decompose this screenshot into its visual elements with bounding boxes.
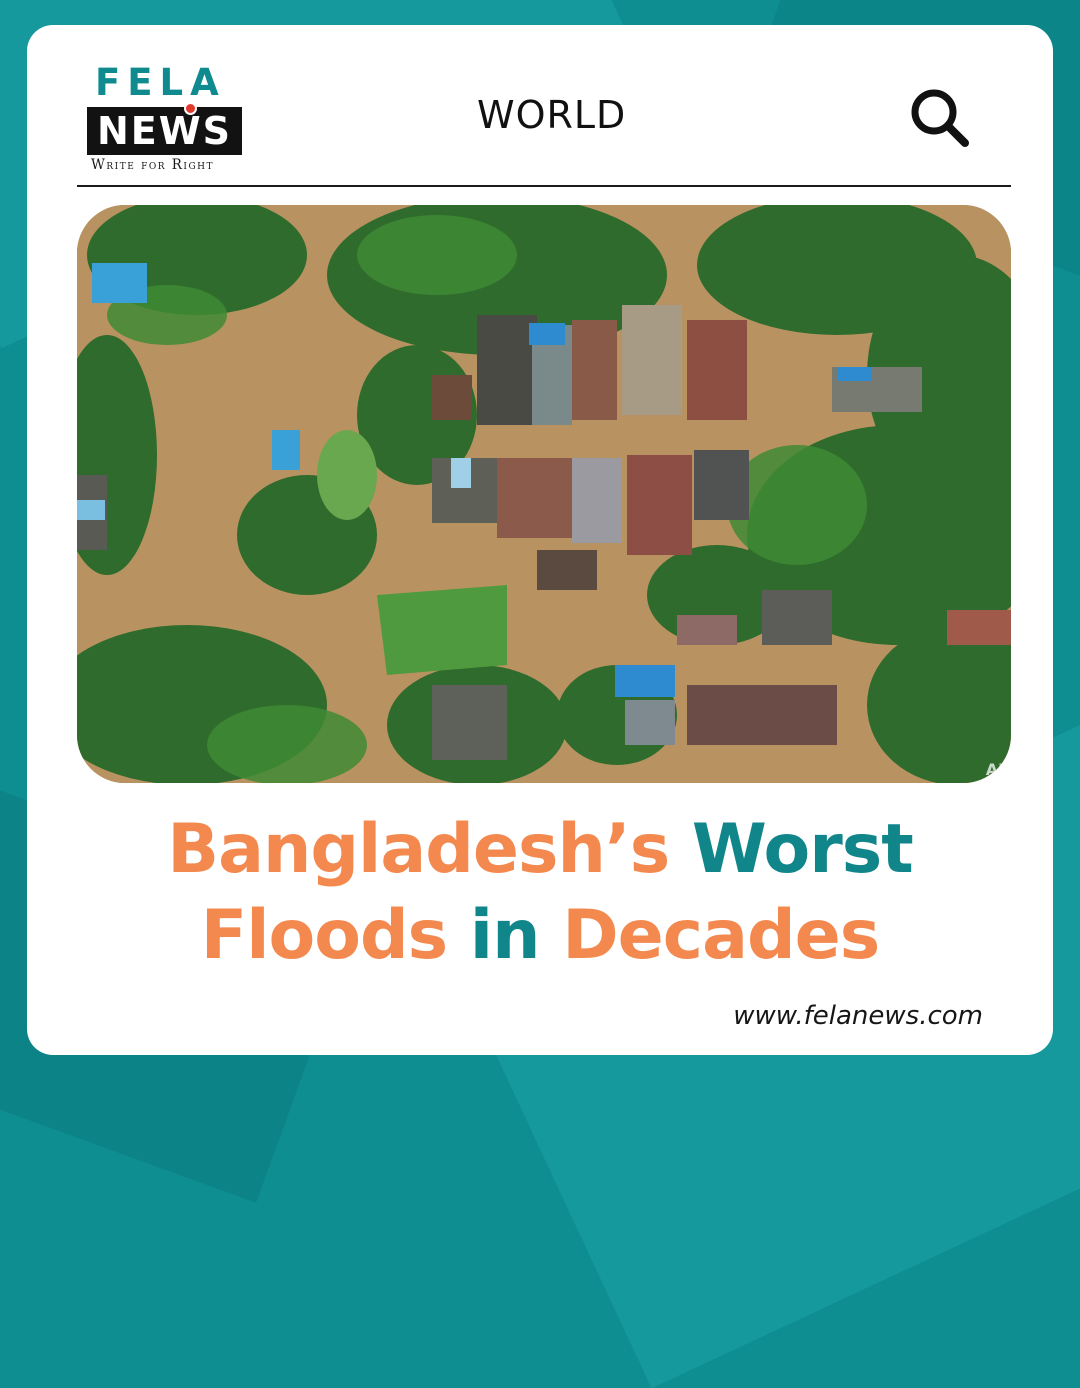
logo-news-text: NEWS bbox=[97, 109, 233, 153]
photo-credit: AF bbox=[985, 760, 1009, 779]
brand-logo[interactable]: FELA NEWS Write for Right bbox=[87, 63, 287, 173]
logo-tagline: Write for Right bbox=[91, 157, 215, 173]
website-url[interactable]: www.felanews.com bbox=[733, 1001, 983, 1031]
logo-dot-icon bbox=[184, 102, 197, 115]
headline: Bangladesh’s Worst Floods in Decades bbox=[27, 807, 1053, 979]
flood-aerial-image bbox=[77, 205, 1011, 783]
headline-line-1: Bangladesh’s Worst bbox=[27, 807, 1053, 893]
section-title[interactable]: WORLD bbox=[477, 93, 626, 137]
headline-word: in bbox=[469, 896, 541, 975]
header-divider bbox=[77, 185, 1011, 187]
search-icon[interactable] bbox=[907, 85, 973, 151]
headline-word: Decades bbox=[562, 896, 880, 975]
headline-word: Bangladesh’s bbox=[167, 810, 670, 889]
headline-line-2: Floods in Decades bbox=[27, 893, 1053, 979]
logo-news-box: NEWS bbox=[87, 102, 243, 155]
logo-fela-text: FELA bbox=[95, 61, 226, 104]
headline-word: Floods bbox=[200, 896, 448, 975]
post-card: FELA NEWS Write for Right WORLD AF Bangl… bbox=[27, 25, 1053, 1055]
headline-word: Worst bbox=[691, 810, 914, 889]
flood-aerial-photo: AF bbox=[77, 205, 1011, 783]
